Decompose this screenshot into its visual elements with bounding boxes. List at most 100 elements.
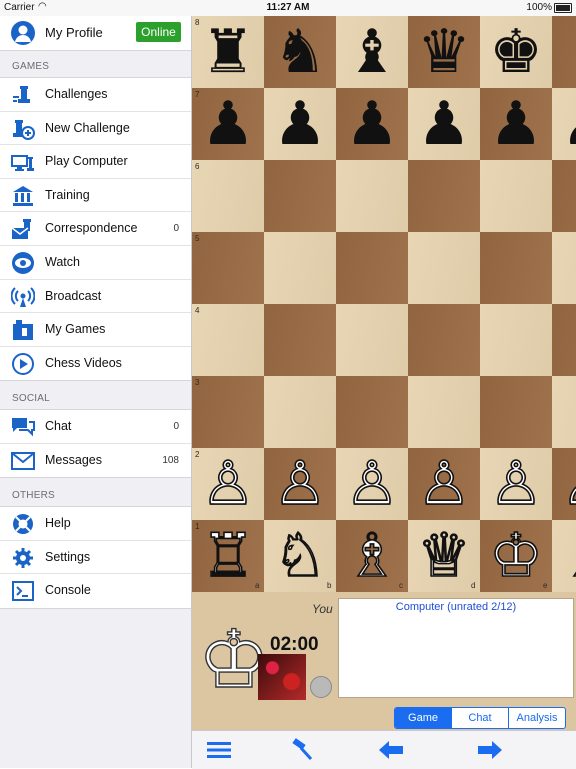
- tab-chat[interactable]: Chat: [451, 708, 508, 728]
- sidebar-item-new-challenge[interactable]: New Challenge: [0, 112, 191, 146]
- menu-icon[interactable]: [204, 738, 234, 762]
- sidebar-item-chat[interactable]: Chat 0: [0, 410, 191, 444]
- sidebar-item-label: Training: [45, 187, 90, 202]
- board-square[interactable]: [480, 304, 552, 376]
- sidebar-item-play-computer[interactable]: Play Computer: [0, 145, 191, 179]
- sidebar-item-label: Play Computer: [45, 154, 128, 169]
- sidebar-item-messages[interactable]: Messages 108: [0, 444, 191, 478]
- help-icon: [13, 514, 33, 534]
- board-square[interactable]: [552, 232, 576, 304]
- profile-avatar-icon: [11, 21, 35, 45]
- board-square[interactable]: [552, 16, 576, 88]
- sidebar-item-help[interactable]: Help: [0, 507, 191, 541]
- file-label: d: [471, 581, 476, 590]
- board-square[interactable]: [408, 232, 480, 304]
- board-square[interactable]: [336, 376, 408, 448]
- section-header-games: GAMES: [12, 61, 50, 72]
- black-piece-icon[interactable]: ♛: [408, 16, 480, 88]
- new-challenge-icon: [13, 119, 35, 140]
- board-square[interactable]: [552, 304, 576, 376]
- sidebar-item-label: Messages: [45, 452, 102, 467]
- white-piece-icon[interactable]: ♗: [336, 520, 408, 592]
- sidebar-item-broadcast[interactable]: Broadcast: [0, 280, 191, 314]
- sidebar-item-challenges[interactable]: Challenges: [0, 78, 191, 112]
- sidebar-item-my-games[interactable]: My Games: [0, 313, 191, 347]
- black-piece-icon[interactable]: ♟: [480, 88, 552, 160]
- challenges-icon: [13, 86, 30, 103]
- white-piece-icon[interactable]: ♔: [480, 520, 552, 592]
- opponent-label: Computer (unrated 2/12): [395, 601, 517, 613]
- white-piece-icon[interactable]: ♗: [552, 520, 576, 592]
- black-piece-icon[interactable]: ♟: [408, 88, 480, 160]
- board-square[interactable]: [552, 376, 576, 448]
- board-square[interactable]: [264, 304, 336, 376]
- sidebar: My Profile Online GAMES Challenges New C…: [0, 16, 192, 768]
- sidebar-item-chess-videos[interactable]: Chess Videos: [0, 347, 191, 381]
- white-piece-icon[interactable]: ♖: [192, 520, 264, 592]
- board-square[interactable]: [480, 232, 552, 304]
- sidebar-item-settings[interactable]: Settings: [0, 541, 191, 575]
- sidebar-item-label: Chess Videos: [45, 355, 122, 370]
- training-icon: [13, 185, 33, 206]
- game-panel: You ♔ 02:00 Computer (unrated 2/12) Game…: [192, 592, 576, 730]
- board-square[interactable]: [408, 304, 480, 376]
- black-piece-icon[interactable]: ♟: [552, 88, 576, 160]
- white-piece-icon[interactable]: ♙: [264, 448, 336, 520]
- board-square[interactable]: [552, 160, 576, 232]
- sidebar-item-watch[interactable]: Watch: [0, 246, 191, 280]
- white-piece-icon[interactable]: ♙: [192, 448, 264, 520]
- tab-game[interactable]: Game: [395, 708, 451, 728]
- file-label: b: [327, 581, 332, 590]
- rank-label: 6: [195, 162, 200, 171]
- back-arrow-icon[interactable]: [376, 738, 406, 762]
- board-square[interactable]: [336, 304, 408, 376]
- status-indicator: [310, 676, 332, 698]
- board-square[interactable]: [408, 376, 480, 448]
- white-piece-icon[interactable]: ♕: [408, 520, 480, 592]
- white-piece-icon[interactable]: ♙: [480, 448, 552, 520]
- black-piece-icon[interactable]: ♚: [480, 16, 552, 88]
- battery-icon: [554, 3, 572, 13]
- board-square[interactable]: [408, 160, 480, 232]
- board-square[interactable]: [336, 232, 408, 304]
- sidebar-item-label: My Games: [45, 322, 106, 337]
- white-piece-icon[interactable]: ♙: [336, 448, 408, 520]
- board-square[interactable]: [336, 160, 408, 232]
- black-piece-icon[interactable]: ♟: [336, 88, 408, 160]
- board-square[interactable]: [264, 160, 336, 232]
- board-square[interactable]: [480, 376, 552, 448]
- black-piece-icon[interactable]: ♜: [192, 16, 264, 88]
- chess-videos-icon: [12, 352, 34, 375]
- white-piece-icon[interactable]: ♙: [552, 448, 576, 520]
- online-status-badge[interactable]: Online: [136, 22, 181, 42]
- black-piece-icon[interactable]: ♝: [336, 16, 408, 88]
- sidebar-item-label: Chat: [45, 419, 72, 433]
- white-piece-icon[interactable]: ♙: [408, 448, 480, 520]
- profile-row[interactable]: My Profile Online: [0, 16, 191, 51]
- white-piece-icon[interactable]: ♘: [264, 520, 336, 592]
- settings-icon: [13, 547, 33, 568]
- chess-board[interactable]: 8♜♞♝♛♚7♟♟♟♟♟♟65432♙♙♙♙♙♙1♖♘♗♕♔♗abcde: [192, 16, 576, 592]
- black-piece-icon[interactable]: ♟: [264, 88, 336, 160]
- board-square[interactable]: [264, 376, 336, 448]
- sidebar-item-label: Console: [45, 583, 91, 598]
- tab-analysis[interactable]: Analysis: [508, 708, 565, 728]
- sidebar-item-label: Challenges: [45, 87, 108, 101]
- board-square[interactable]: [192, 376, 264, 448]
- sidebar-item-console[interactable]: Console: [0, 574, 191, 608]
- sidebar-item-training[interactable]: Training: [0, 179, 191, 213]
- sidebar-item-correspondence[interactable]: Correspondence 0: [0, 212, 191, 246]
- black-piece-icon[interactable]: ♟: [192, 88, 264, 160]
- board-square[interactable]: [192, 160, 264, 232]
- board-square[interactable]: [192, 304, 264, 376]
- sidebar-item-label: Watch: [45, 254, 80, 269]
- black-piece-icon[interactable]: ♞: [264, 16, 336, 88]
- board-square[interactable]: [480, 160, 552, 232]
- section-header-others: OTHERS: [12, 490, 55, 501]
- my-games-icon: [13, 320, 33, 341]
- forward-arrow-icon[interactable]: [475, 738, 505, 762]
- hammer-icon[interactable]: [287, 738, 317, 762]
- board-square[interactable]: [192, 232, 264, 304]
- rank-label: 5: [195, 234, 200, 243]
- board-square[interactable]: [264, 232, 336, 304]
